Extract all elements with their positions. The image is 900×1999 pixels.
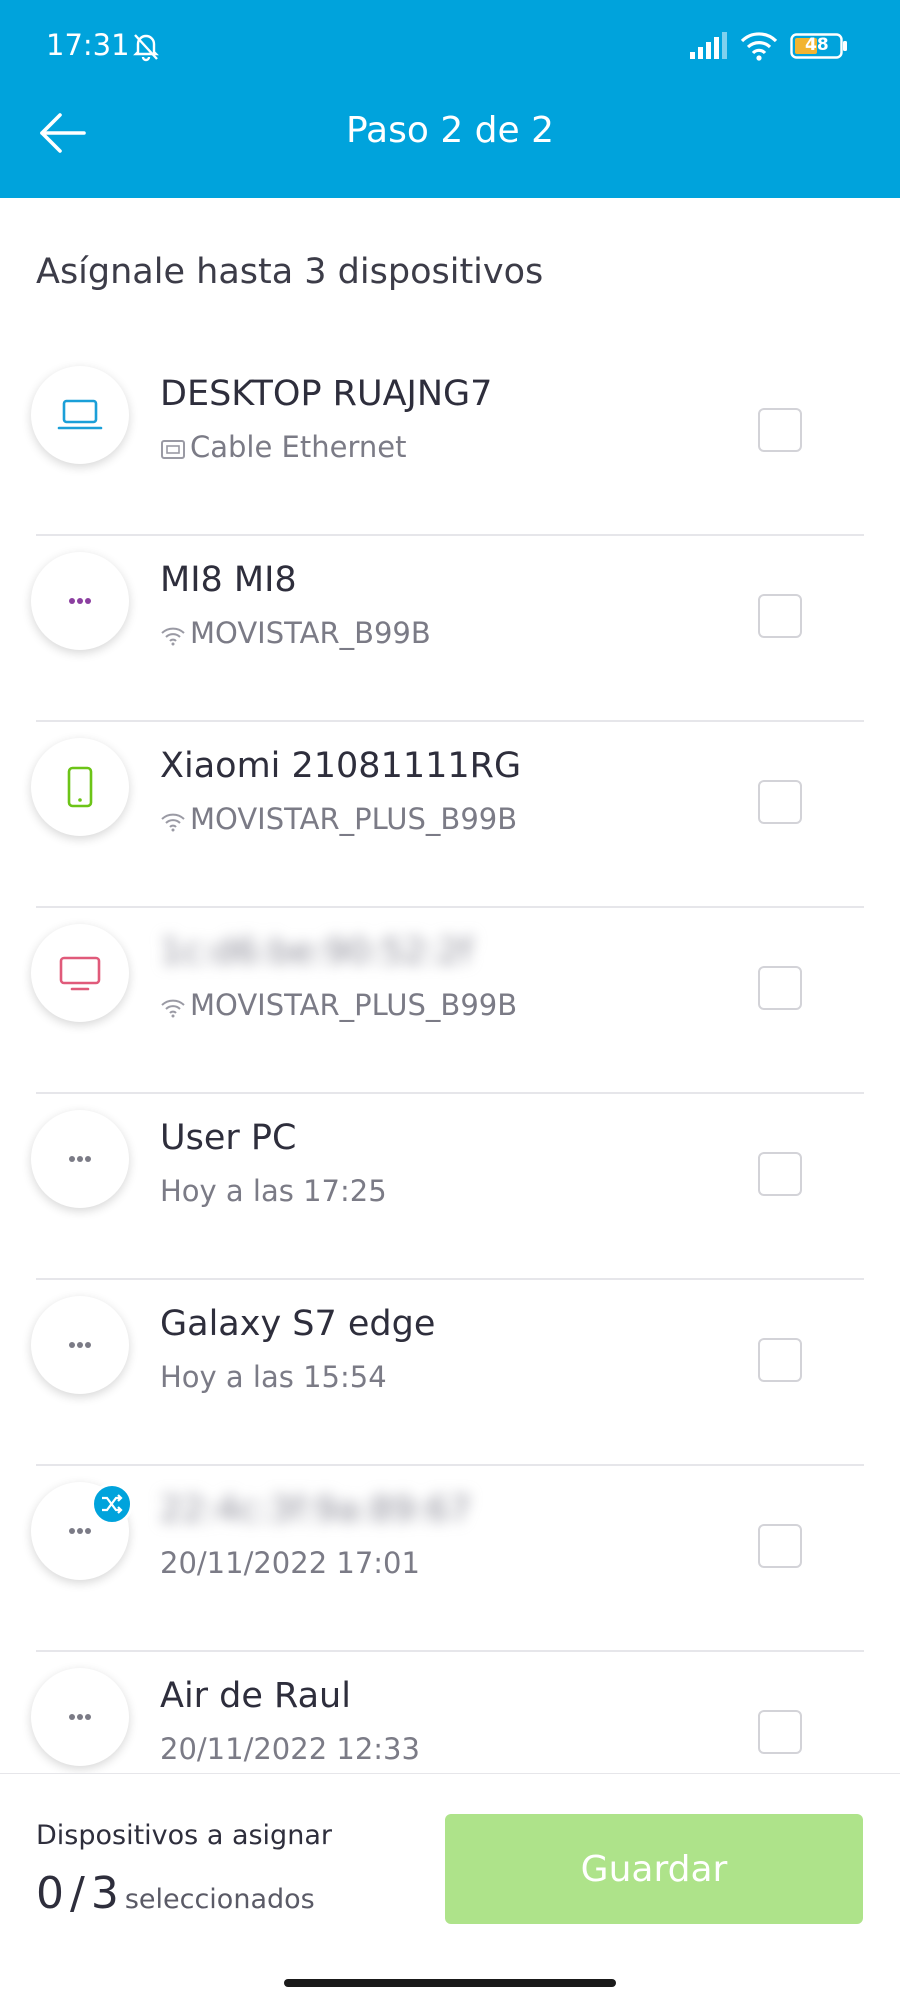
device-row[interactable]: Air de Raul 20/11/2022 12:33 [0,1652,900,1773]
home-indicator[interactable] [284,1979,616,1987]
more-dots-icon [69,1156,91,1162]
selected-suffix: seleccionados [124,1884,315,1915]
device-checkbox[interactable] [758,966,802,1010]
device-row[interactable]: Galaxy S7 edge Hoy a las 15:54 [0,1280,900,1466]
battery-level: 48 [805,35,829,55]
page-title: Paso 2 de 2 [345,110,555,151]
device-row[interactable]: MI8 MI8 MOVISTAR_B99B [0,536,900,722]
device-row[interactable]: DESKTOP RUAJNG7 Cable Ethernet [0,350,900,536]
device-avatar [31,924,129,1022]
footer-label: Dispositivos a asignar [36,1820,332,1851]
device-list[interactable]: DESKTOP RUAJNG7 Cable Ethernet MI8 MI8 M… [0,350,900,1773]
selection-counter: 0/3 seleccionados [36,1868,315,1919]
device-avatar [31,1110,129,1208]
device-checkbox[interactable] [758,1710,802,1754]
device-checkbox[interactable] [758,408,802,452]
device-checkbox[interactable] [758,1338,802,1382]
device-row[interactable]: 1c:d6:be:90:52:2f MOVISTAR_PLUS_B99B [0,908,900,1094]
wifi-icon [161,627,185,646]
ethernet-icon [161,440,185,459]
device-name: 22:4c:3f:9a:89:67 [160,1490,472,1530]
device-last-seen: Hoy a las 15:54 [160,1360,387,1394]
bell-muted-icon [133,34,159,62]
status-bar: 17:31 48 [0,0,900,90]
device-row[interactable]: Xiaomi 21081111RG MOVISTAR_PLUS_B99B [0,722,900,908]
device-avatar [31,1668,129,1766]
wifi-icon [161,813,185,832]
connection-label: MOVISTAR_PLUS_B99B [190,802,518,836]
device-last-seen: 20/11/2022 17:01 [160,1546,420,1580]
device-checkbox[interactable] [758,780,802,824]
device-name: MI8 MI8 [160,560,297,600]
device-row[interactable]: User PC Hoy a las 17:25 [0,1094,900,1280]
footer-bar: Dispositivos a asignar 0/3 seleccionados … [0,1773,900,1999]
device-checkbox[interactable] [758,1524,802,1568]
shuffle-icon [102,1494,123,1514]
laptop-icon [57,399,103,430]
status-time: 17:31 [46,28,130,62]
selected-count: 0 [36,1868,64,1919]
device-connection: MOVISTAR_PLUS_B99B [160,988,517,1022]
device-name: Air de Raul [160,1676,351,1716]
device-avatar [31,1296,129,1394]
device-name: Galaxy S7 edge [160,1304,436,1344]
device-last-seen: 20/11/2022 12:33 [160,1732,420,1766]
max-count: 3 [90,1868,119,1919]
more-dots-icon [69,1714,91,1720]
device-row[interactable]: 22:4c:3f:9a:89:67 20/11/2022 17:01 [0,1466,900,1652]
signal-icon [690,32,727,59]
tv-icon [59,956,101,991]
wifi-icon [740,32,778,61]
device-connection: MOVISTAR_PLUS_B99B [160,802,517,836]
device-name: 1c:d6:be:90:52:2f [160,932,473,972]
device-name: Xiaomi 21081111RG [160,746,522,786]
random-mac-badge [91,1483,133,1525]
counter-separator: / [70,1868,85,1919]
device-connection: Cable Ethernet [160,430,406,464]
device-avatar [31,552,129,650]
device-name: DESKTOP RUAJNG7 [160,374,493,414]
more-dots-icon [69,1342,91,1348]
smartphone-icon [67,766,93,808]
more-dots-icon [69,598,91,604]
connection-label: MOVISTAR_PLUS_B99B [190,988,518,1022]
instructions-text: Asígnale hasta 3 dispositivos [36,252,544,292]
device-last-seen: Hoy a las 17:25 [160,1174,387,1208]
save-button[interactable]: Guardar [445,1814,863,1924]
app-header: 17:31 48 Paso 2 de 2 [0,0,900,198]
device-checkbox[interactable] [758,1152,802,1196]
device-avatar [31,738,129,836]
connection-label: MOVISTAR_B99B [190,616,431,650]
device-connection: MOVISTAR_B99B [160,616,431,650]
connection-label: Cable Ethernet [190,430,407,464]
device-name: User PC [160,1118,297,1158]
device-avatar [31,366,129,464]
device-checkbox[interactable] [758,594,802,638]
wifi-icon [161,999,185,1018]
